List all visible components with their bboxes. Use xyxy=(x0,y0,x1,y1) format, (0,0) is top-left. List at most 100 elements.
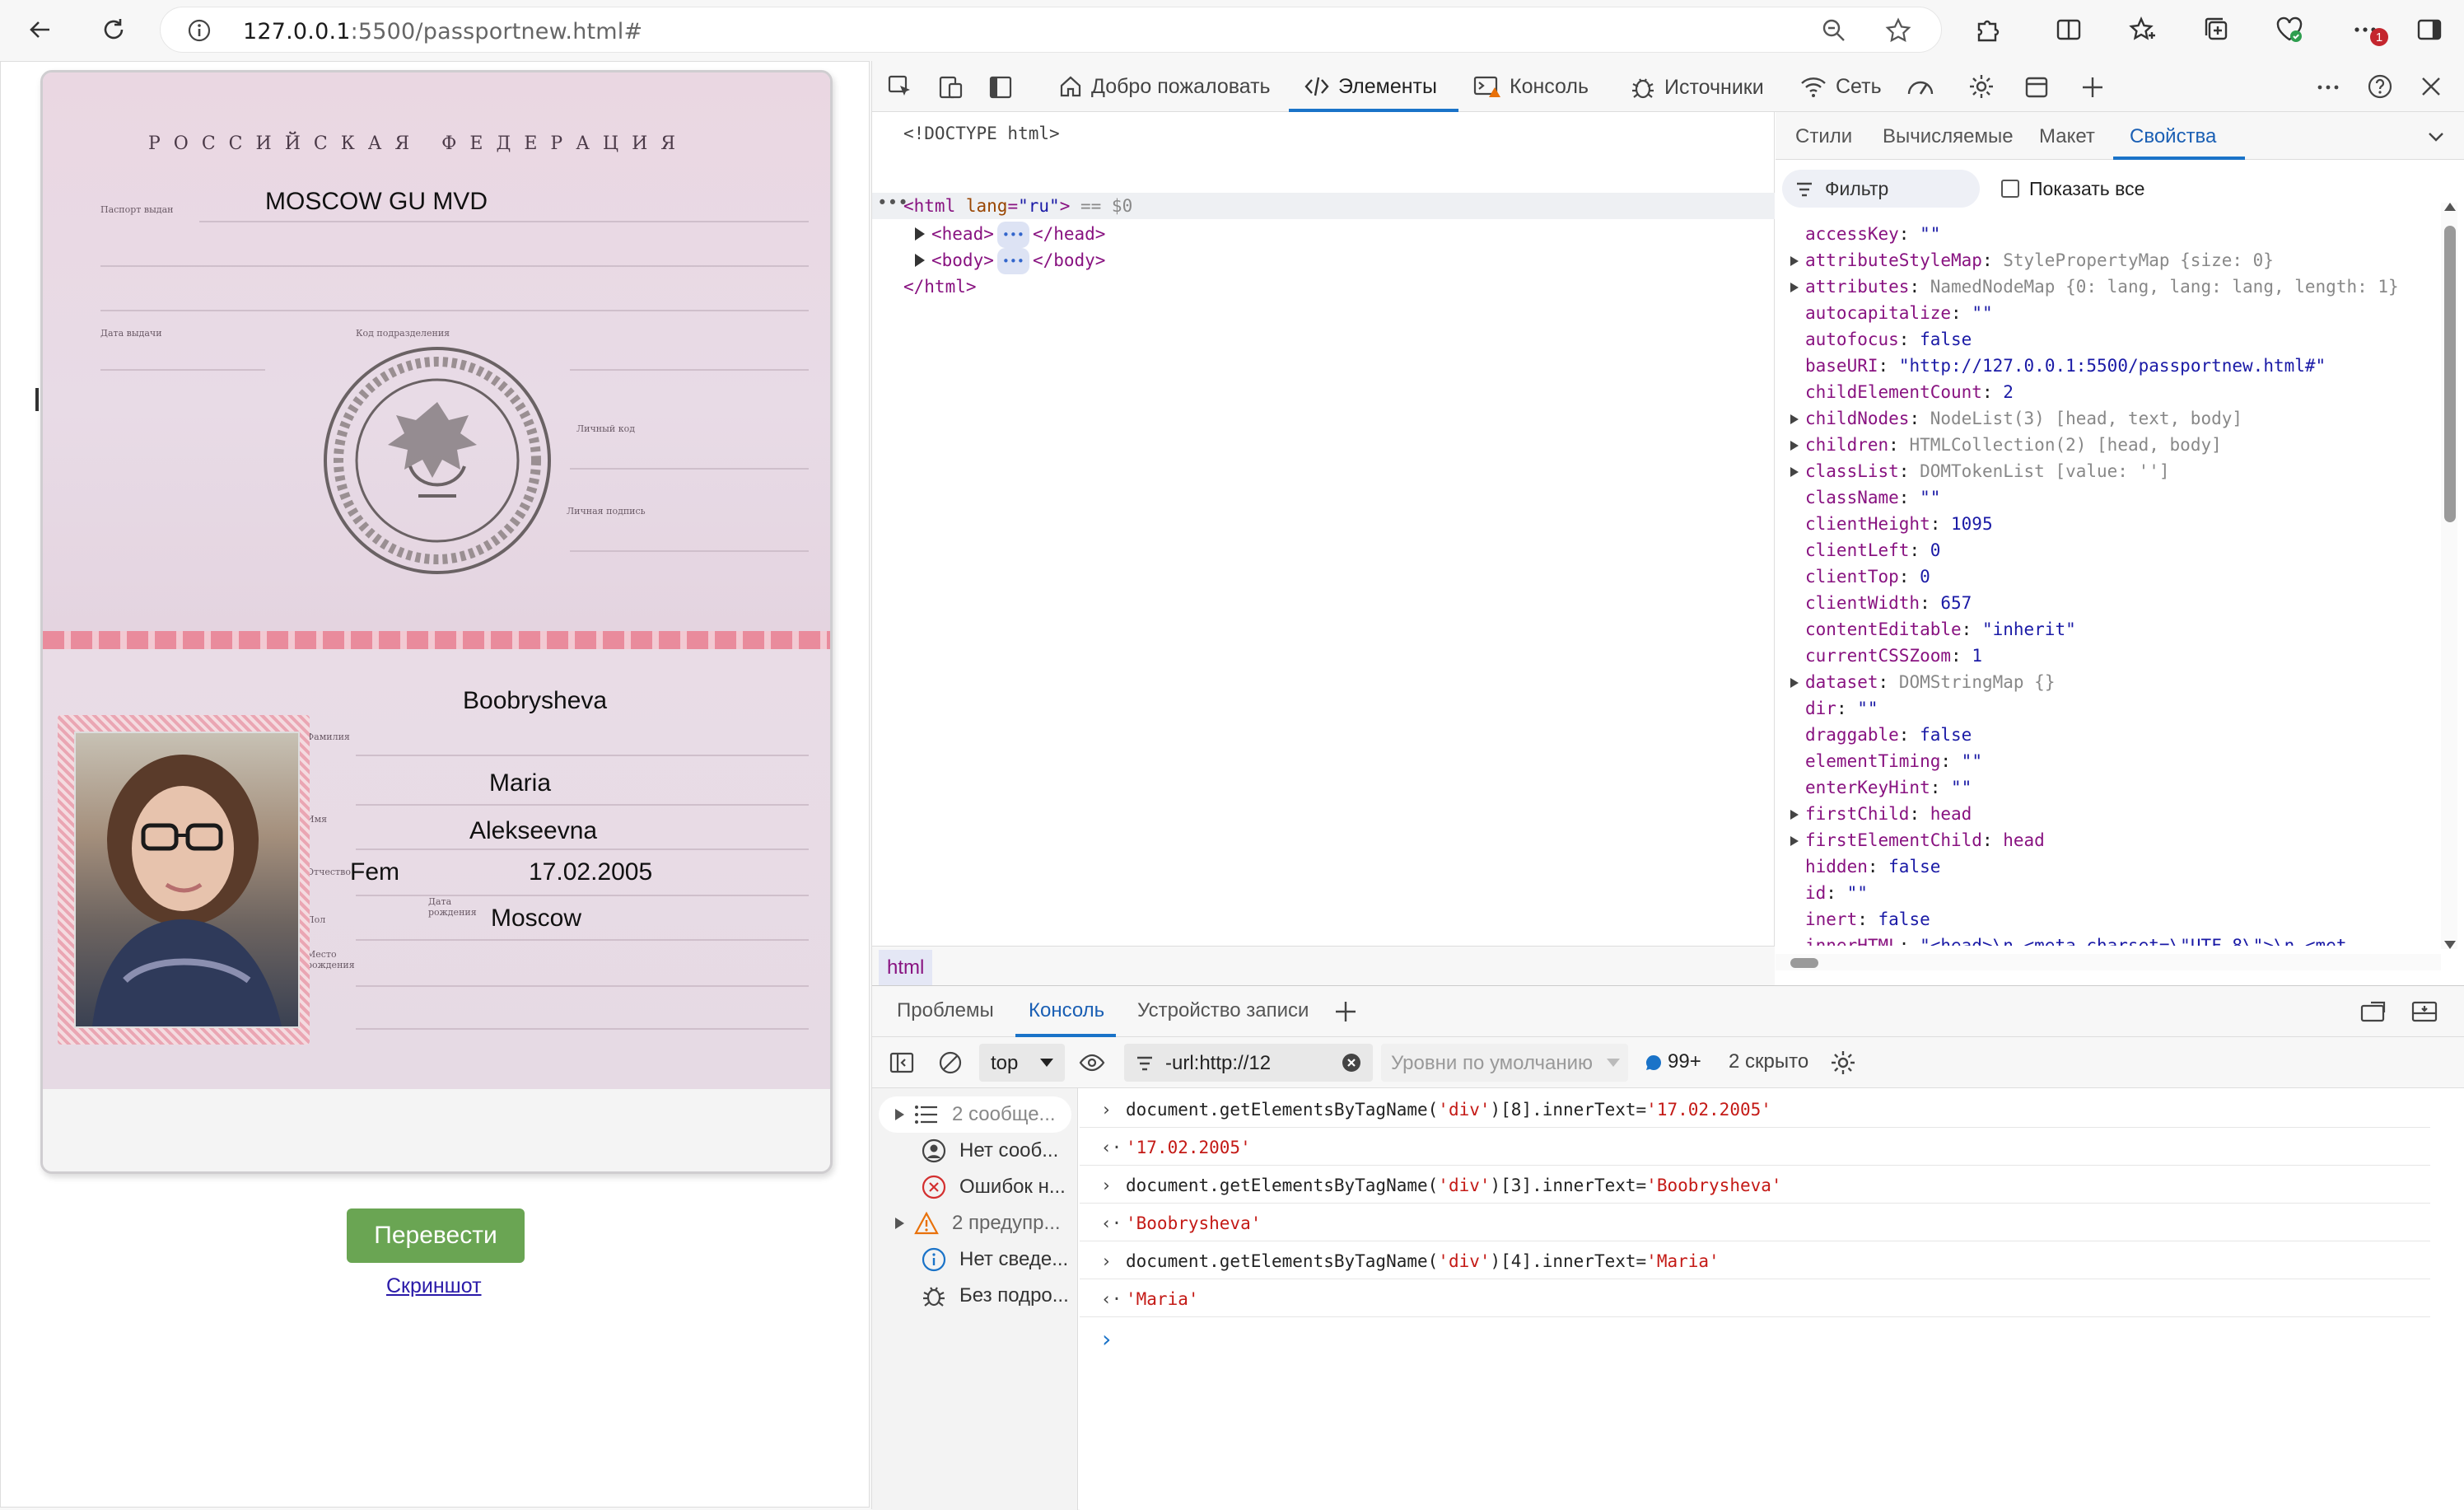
property-row[interactable]: clientHeight: 1095 xyxy=(1790,511,2441,537)
tab-sources[interactable]: Источники xyxy=(1630,74,1764,101)
sidebar-item-verbose[interactable]: Без подро... xyxy=(879,1278,1071,1314)
console-result-line[interactable]: ‹· '17.02.2005' xyxy=(1080,1129,2430,1166)
property-row[interactable]: dir: "" xyxy=(1790,695,2441,722)
split-screen-button[interactable] xyxy=(2049,10,2088,49)
show-all-checkbox[interactable] xyxy=(2001,180,2019,198)
info-icon[interactable] xyxy=(187,18,212,43)
html-close-node[interactable]: </html> xyxy=(903,277,977,297)
property-row[interactable]: inert: false xyxy=(1790,906,2441,933)
performance-icon[interactable] xyxy=(1906,74,1934,99)
property-row[interactable]: clientLeft: 0 xyxy=(1790,537,2441,563)
expand-icon[interactable] xyxy=(1790,810,1799,820)
console-prompt[interactable]: › xyxy=(1099,1325,1113,1353)
drawer-tab-issues[interactable]: Проблемы xyxy=(897,999,994,1022)
property-row[interactable]: dataset: DOMStringMap {} xyxy=(1790,669,2441,695)
clear-filter-icon[interactable] xyxy=(1342,1053,1361,1073)
expand-icon[interactable] xyxy=(1790,467,1799,477)
address-bar[interactable]: 127.0.0.1:5500/passportnew.html# xyxy=(160,7,1942,53)
head-node[interactable]: <head> ••• </head> xyxy=(931,221,1105,248)
tab-console[interactable]: Консоль xyxy=(1473,74,1589,99)
breadcrumb-html[interactable]: html xyxy=(879,950,933,986)
expand-icon[interactable] xyxy=(1790,441,1799,451)
scrollbar-track[interactable] xyxy=(2441,203,2457,949)
sidebar-item-info[interactable]: Нет сведе... xyxy=(879,1241,1071,1278)
property-row[interactable]: attributeStyleMap: StylePropertyMap {siz… xyxy=(1790,247,2441,273)
property-row[interactable]: firstElementChild: head xyxy=(1790,827,2441,853)
tab-layout[interactable]: Макет xyxy=(2039,125,2095,148)
device-emulation-icon[interactable] xyxy=(938,74,964,101)
drawer-tab-recorder[interactable]: Устройство записи xyxy=(1137,999,1309,1022)
console-sidebar-icon[interactable] xyxy=(889,1050,915,1075)
sidebar-item-messages[interactable]: 2 сообще... xyxy=(879,1096,1071,1133)
console-result-line[interactable]: ‹· 'Maria' xyxy=(1080,1281,2430,1317)
property-row[interactable]: childNodes: NodeList(3) [head, text, bod… xyxy=(1790,405,2441,432)
expand-icon[interactable] xyxy=(1790,678,1799,688)
scrollbar-thumb[interactable] xyxy=(2444,226,2456,522)
application-icon[interactable] xyxy=(2023,74,2050,101)
collections-button[interactable] xyxy=(2197,10,2237,49)
expand-icon[interactable] xyxy=(1790,836,1799,846)
property-row[interactable]: clientTop: 0 xyxy=(1790,563,2441,590)
undock-drawer-icon[interactable] xyxy=(2359,999,2387,1024)
live-expression-eye-icon[interactable] xyxy=(1078,1050,1106,1075)
property-row[interactable]: autocapitalize: "" xyxy=(1790,300,2441,326)
sidebar-item-errors[interactable]: Ошибок н... xyxy=(879,1169,1071,1205)
add-tab-icon[interactable] xyxy=(2079,74,2106,101)
console-filter-input[interactable]: -url:http://12 xyxy=(1124,1044,1373,1082)
close-icon[interactable] xyxy=(2419,74,2443,99)
console-input-line[interactable]: › document.getElementsByTagName('div')[3]… xyxy=(1080,1167,2430,1204)
issues-count[interactable]: 99+ xyxy=(1668,1050,1701,1073)
chevron-down-icon[interactable] xyxy=(2426,127,2446,147)
settings-gear-icon[interactable] xyxy=(1967,72,1995,101)
context-selector[interactable]: top xyxy=(979,1044,1065,1082)
sidebar-toggle-button[interactable] xyxy=(2410,10,2449,49)
issues-chat-icon[interactable] xyxy=(1645,1054,1663,1072)
back-button[interactable] xyxy=(20,10,59,49)
drawer-tab-console[interactable]: Консоль xyxy=(1029,999,1104,1022)
horizontal-scrollbar[interactable] xyxy=(1776,954,2441,970)
log-levels-dropdown[interactable]: Уровни по умолчанию xyxy=(1381,1044,1628,1082)
more-tools-icon[interactable] xyxy=(2315,74,2341,101)
add-drawer-tab-icon[interactable] xyxy=(1333,999,1358,1024)
dock-drawer-icon[interactable] xyxy=(2410,999,2438,1024)
reload-button[interactable] xyxy=(94,10,133,49)
expand-icon[interactable] xyxy=(1790,414,1799,424)
property-row[interactable]: className: "" xyxy=(1790,484,2441,511)
property-row[interactable]: children: HTMLCollection(2) [head, body] xyxy=(1790,432,2441,458)
settings-menu-button[interactable]: 1 xyxy=(2345,10,2388,49)
scroll-down-icon[interactable] xyxy=(2444,941,2456,949)
extensions-button[interactable] xyxy=(1968,10,2008,49)
screenshot-link[interactable]: Скриншот xyxy=(386,1274,482,1298)
console-settings-gear-icon[interactable] xyxy=(1829,1049,1857,1077)
help-icon[interactable] xyxy=(2366,72,2394,101)
property-row[interactable]: firstChild: head xyxy=(1790,801,2441,827)
property-row[interactable]: baseURI: "http://127.0.0.1:5500/passport… xyxy=(1790,353,2441,379)
console-input-line[interactable]: › document.getElementsByTagName('div')[8]… xyxy=(1080,1092,2430,1128)
expand-icon[interactable] xyxy=(1790,283,1799,292)
property-row[interactable]: clientWidth: 657 xyxy=(1790,590,2441,616)
property-row[interactable]: elementTiming: "" xyxy=(1790,748,2441,774)
expand-icon[interactable] xyxy=(1790,256,1799,266)
property-row[interactable]: childElementCount: 2 xyxy=(1790,379,2441,405)
tab-elements[interactable]: Элементы xyxy=(1304,74,1437,99)
property-row[interactable]: hidden: false xyxy=(1790,853,2441,880)
property-row[interactable]: contentEditable: "inherit" xyxy=(1790,616,2441,643)
dock-panel-icon[interactable] xyxy=(987,74,1014,101)
tab-welcome[interactable]: Добро пожаловать xyxy=(1058,74,1271,99)
property-row[interactable]: accessKey: "" xyxy=(1790,221,2441,247)
console-result-line[interactable]: ‹· 'Boobrysheva' xyxy=(1080,1205,2430,1241)
console-input-line[interactable]: › document.getElementsByTagName('div')[4]… xyxy=(1080,1243,2430,1279)
tab-computed[interactable]: Вычисляемые xyxy=(1883,125,2014,148)
doctype-node[interactable]: <!DOCTYPE html> xyxy=(903,124,1060,143)
inspect-element-icon[interactable] xyxy=(887,74,913,101)
browser-essentials-button[interactable] xyxy=(2270,10,2309,49)
property-row[interactable]: enterKeyHint: "" xyxy=(1790,774,2441,801)
collapsed-dots[interactable]: ••• xyxy=(996,222,1029,248)
zoom-out-icon[interactable] xyxy=(1821,17,1847,44)
filter-input[interactable]: Фильтр xyxy=(1782,170,1980,208)
translate-button[interactable]: Перевести xyxy=(347,1208,525,1263)
expand-head-icon[interactable] xyxy=(915,227,925,241)
tab-properties[interactable]: Свойства xyxy=(2130,125,2216,148)
horizontal-scroll-thumb[interactable] xyxy=(1790,958,1818,968)
body-node[interactable]: <body> ••• </body> xyxy=(931,247,1105,274)
